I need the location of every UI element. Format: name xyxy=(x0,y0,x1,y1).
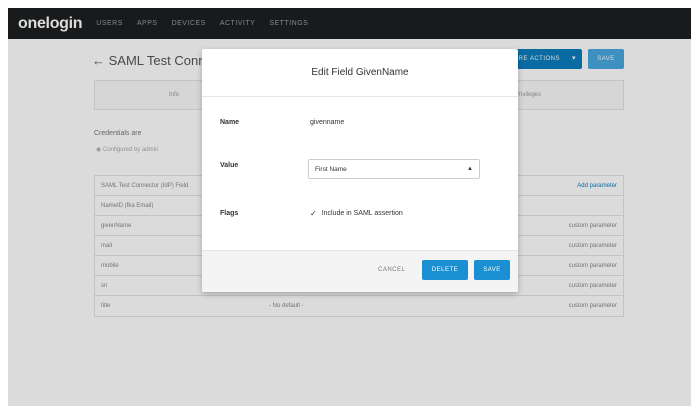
delete-button[interactable]: DELETE xyxy=(422,260,468,280)
triangle-down-icon: ▲ xyxy=(467,166,473,172)
name-label: Name xyxy=(220,119,240,126)
app-window: onelogin USERS APPS DEVICES ACTIVITY SET… xyxy=(8,8,691,406)
name-value: givenname xyxy=(310,119,345,126)
cancel-button[interactable]: CANCEL xyxy=(378,267,405,273)
value-select[interactable]: First Name ▲ xyxy=(308,159,480,179)
value-label: Value xyxy=(220,162,239,169)
include-saml-label: Include in SAML assertion xyxy=(321,210,403,217)
dialog-footer: CANCEL DELETE SAVE xyxy=(202,250,518,292)
dialog-save-button[interactable]: SAVE xyxy=(474,260,510,280)
dialog-title: Edit Field GivenName xyxy=(202,49,518,97)
flags-label: Flags xyxy=(220,210,239,217)
include-saml-checkbox[interactable]: ✓ Include in SAML assertion xyxy=(310,209,403,218)
edit-field-dialog: Edit Field GivenName Name givenname Valu… xyxy=(202,49,518,292)
checkmark-icon: ✓ xyxy=(310,209,317,218)
value-selected: First Name xyxy=(315,165,347,173)
